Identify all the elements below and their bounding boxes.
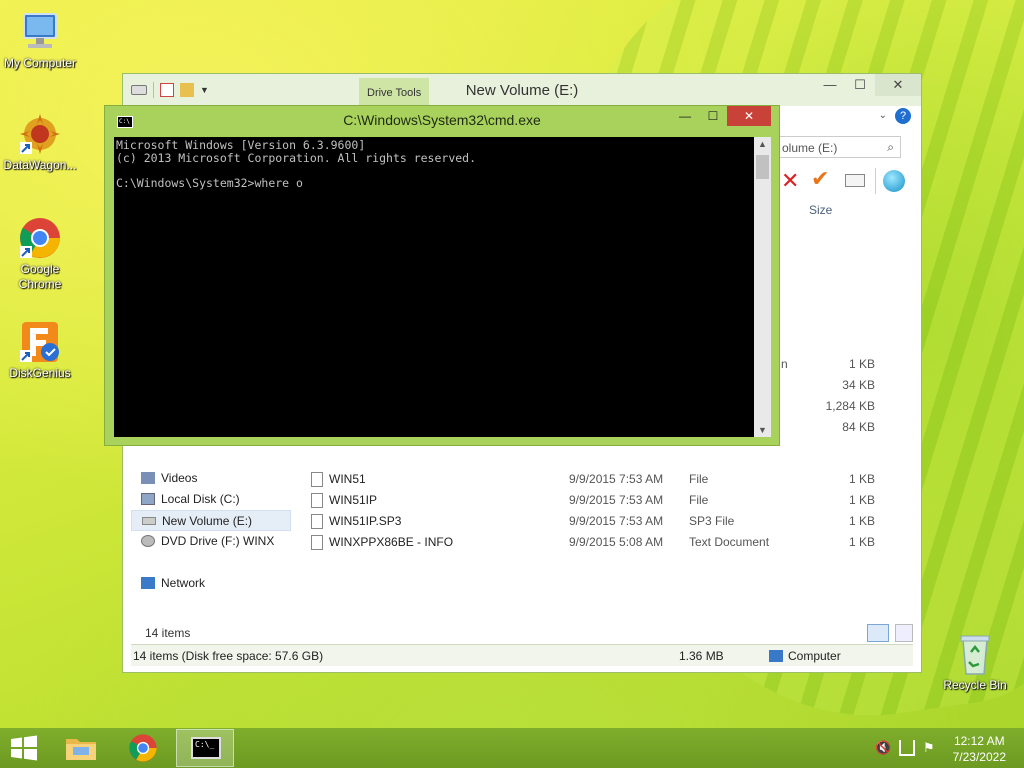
desktop-icon-diskgenius[interactable]: DiskGenius xyxy=(0,320,80,381)
delete-icon[interactable]: ✕ xyxy=(781,170,799,192)
search-input[interactable]: olume (E:) xyxy=(782,141,837,155)
cmd-minimize-button[interactable]: — xyxy=(671,106,699,126)
cmd-close-button[interactable]: ✕ xyxy=(727,106,771,126)
console-line: (c) 2013 Microsoft Corporation. All righ… xyxy=(116,150,477,165)
explorer-titlebar[interactable]: ▼ Drive Tools New Volume (E:) — ☐ ✕ xyxy=(123,74,921,106)
chrome-icon xyxy=(18,216,62,260)
diskgenius-icon xyxy=(18,320,62,364)
clock-date: 7/23/2022 xyxy=(952,750,1006,764)
console-output[interactable]: Microsoft Windows [Version 6.3.9600] (c) … xyxy=(114,137,754,437)
cmd-icon: C:\_ xyxy=(191,737,221,759)
scroll-up-icon[interactable]: ▲ xyxy=(754,139,771,149)
network-icon xyxy=(141,577,155,589)
explorer-title: New Volume (E:) xyxy=(465,82,579,99)
file-size: 1,284 KB xyxy=(825,399,875,413)
items-count: 14 items xyxy=(145,626,191,640)
large-icons-view-icon[interactable] xyxy=(895,624,913,642)
globe-icon[interactable] xyxy=(883,170,905,192)
system-tray: 🔇 ⚑ xyxy=(875,740,939,756)
file-row[interactable]: WIN51IP.SP3 9/9/2015 7:53 AM SP3 File 1 … xyxy=(309,511,909,532)
local-disk-icon xyxy=(141,493,155,505)
file-size: 1 KB xyxy=(848,357,875,371)
file-row[interactable]: WINXPPX86BE - INFO 9/9/2015 5:08 AM Text… xyxy=(309,532,909,553)
search-box[interactable]: olume (E:) ⌕ xyxy=(779,136,901,158)
taskbar-file-explorer[interactable] xyxy=(52,729,110,767)
taskbar-chrome[interactable] xyxy=(114,729,172,767)
desktop-icon-label: DataWagon... xyxy=(3,158,77,172)
desktop-icon-chrome[interactable]: Google Chrome xyxy=(0,216,80,292)
file-row[interactable]: WIN51IP 9/9/2015 7:53 AM File 1 KB xyxy=(309,490,909,511)
desktop-icon-datawagon[interactable]: DataWagon... xyxy=(0,112,80,173)
console-scrollbar[interactable]: ▲ ▼ xyxy=(754,137,771,437)
status-location: Computer xyxy=(788,649,841,663)
datawagon-icon xyxy=(18,112,62,156)
file-size: 34 KB xyxy=(842,378,875,392)
console-line: Microsoft Windows [Version 6.3.9600] xyxy=(116,138,366,152)
nav-item-videos[interactable]: Videos xyxy=(131,468,291,489)
windows-logo-icon xyxy=(11,735,37,761)
clock[interactable]: 12:12 AM 7/23/2022 xyxy=(953,733,1006,765)
clock-time: 12:12 AM xyxy=(953,734,1005,748)
file-icon xyxy=(311,514,323,529)
minimize-button[interactable]: — xyxy=(815,74,845,96)
computer-icon xyxy=(18,10,62,54)
check-icon[interactable]: ✔ xyxy=(811,168,829,190)
action-center-icon[interactable]: ⚑ xyxy=(923,740,939,756)
desktop-icon-recycle-bin[interactable]: Recycle Bin xyxy=(935,632,1015,693)
details-view-icon[interactable] xyxy=(867,624,889,642)
network-icon[interactable] xyxy=(899,740,915,756)
start-button[interactable] xyxy=(6,734,42,762)
recycle-bin-icon xyxy=(953,632,997,676)
folder-icon xyxy=(66,739,96,760)
status-bar: 14 items (Disk free space: 57.6 GB) 1.36… xyxy=(131,644,913,666)
desktop-icon-my-computer[interactable]: My Computer xyxy=(0,10,80,71)
nav-item-network[interactable]: Network xyxy=(131,573,291,594)
scrollbar-thumb[interactable] xyxy=(756,155,769,179)
file-icon xyxy=(311,493,323,508)
desktop-icon-label: My Computer xyxy=(3,56,77,70)
volume-muted-icon[interactable]: 🔇 xyxy=(875,740,891,756)
drive-icon xyxy=(142,517,156,525)
cmd-maximize-button[interactable]: ☐ xyxy=(699,106,727,126)
help-icon[interactable]: ? xyxy=(895,108,911,124)
file-size: 84 KB xyxy=(842,420,875,434)
desktop-icon-label: DiskGenius xyxy=(9,366,71,380)
nav-item-new-volume-e[interactable]: New Volume (E:) xyxy=(131,510,291,531)
desktop-icon-label: Google Chrome xyxy=(18,262,62,291)
navigation-pane: Videos Local Disk (C:) New Volume (E:) D… xyxy=(131,468,291,594)
computer-icon xyxy=(769,650,783,662)
nav-item-local-disk-c[interactable]: Local Disk (C:) xyxy=(131,489,291,510)
ribbon-collapse-icon[interactable]: ⌄ xyxy=(879,110,887,121)
cmd-window[interactable]: C:\ C:\Windows\System32\cmd.exe — ☐ ✕ Mi… xyxy=(104,105,780,446)
dvd-drive-icon xyxy=(141,535,155,547)
video-folder-icon xyxy=(141,472,155,484)
chrome-icon xyxy=(129,734,157,762)
desktop-icon-label: Recycle Bin xyxy=(943,678,1007,692)
search-icon: ⌕ xyxy=(887,140,894,154)
file-icon xyxy=(311,472,323,487)
scroll-down-icon[interactable]: ▼ xyxy=(754,425,771,435)
type-fragment: n xyxy=(781,357,788,371)
text-file-icon xyxy=(311,535,323,550)
status-items: 14 items (Disk free space: 57.6 GB) xyxy=(133,649,324,663)
taskbar-cmd[interactable]: C:\_ xyxy=(176,729,234,767)
status-selection-size: 1.36 MB xyxy=(679,649,724,663)
taskbar: C:\_ 🔇 ⚑ 12:12 AM 7/23/2022 xyxy=(0,728,1024,768)
rename-icon[interactable] xyxy=(845,174,865,187)
file-row[interactable]: WIN51 9/9/2015 7:53 AM File 1 KB xyxy=(309,469,909,490)
column-header-size[interactable]: Size xyxy=(809,203,832,217)
nav-item-dvd-drive-f[interactable]: DVD Drive (F:) WINX xyxy=(131,531,291,552)
close-button[interactable]: ✕ xyxy=(875,74,921,96)
maximize-button[interactable]: ☐ xyxy=(845,74,875,96)
console-prompt-line[interactable]: C:\Windows\System32>where o xyxy=(116,176,752,190)
